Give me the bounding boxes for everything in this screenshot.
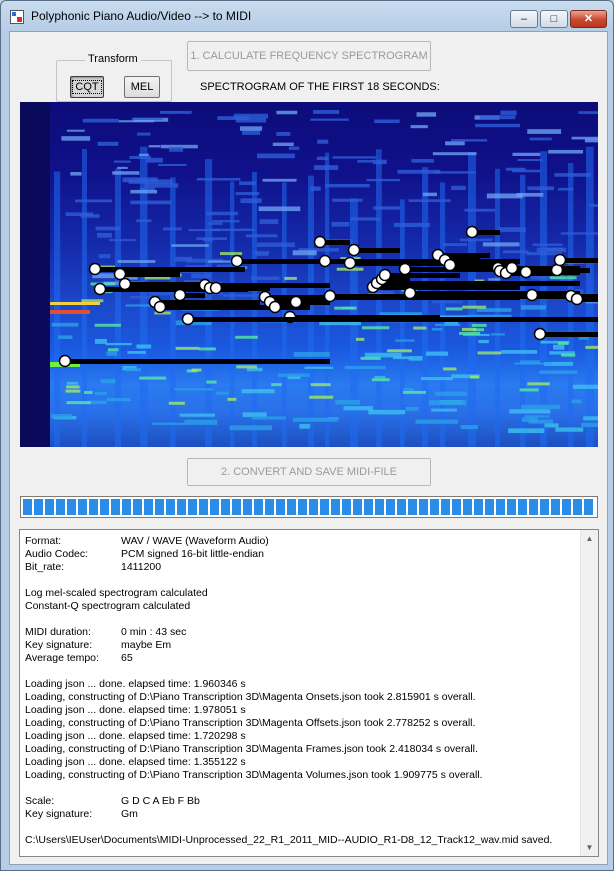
window-title: Polyphonic Piano Audio/Video --> to MIDI [31, 9, 252, 23]
log-key-signature: Key signature: Gm [25, 808, 138, 820]
convert-save-midi-button[interactable]: 2. CONVERT AND SAVE MIDI-FILE [187, 458, 431, 486]
log-line: Loading json ... done. elapsed time: 1.9… [25, 704, 246, 716]
log-line: Loading, constructing of D:\Piano Transc… [25, 769, 483, 781]
app-icon [10, 10, 24, 24]
app-window: Polyphonic Piano Audio/Video --> to MIDI… [0, 0, 614, 871]
spectrogram-overlay [20, 102, 598, 447]
minimize-button[interactable]: – [510, 10, 538, 28]
log-saved: C:\Users\IEUser\Documents\MIDI-Unprocess… [25, 834, 553, 846]
log-line: Loading, constructing of D:\Piano Transc… [25, 743, 478, 755]
transform-label: Transform [85, 53, 141, 65]
progress-bar [20, 496, 598, 518]
close-button[interactable]: ✕ [570, 10, 607, 28]
client-area: Transform CQT MEL 1. CALCULATE FREQUENCY… [9, 31, 608, 865]
log-line: Loading json ... done. elapsed time: 1.3… [25, 756, 246, 768]
log-codec: Audio Codec: PCM signed 16-bit little-end… [25, 548, 264, 560]
scroll-down-arrow-icon[interactable]: ▼ [581, 839, 598, 856]
log-line: Loading, constructing of D:\Piano Transc… [25, 717, 476, 729]
spectrogram-image [20, 102, 598, 447]
log-content: Format: WAV / WAVE (Waveform Audio) Audio… [25, 535, 575, 847]
spectrogram-label: SPECTROGRAM OF THE FIRST 18 SECONDS: [200, 81, 440, 93]
title-bar[interactable]: Polyphonic Piano Audio/Video --> to MIDI… [1, 1, 613, 31]
progress-fill [23, 499, 595, 515]
log-textbox[interactable]: Format: WAV / WAVE (Waveform Audio) Audio… [19, 529, 599, 857]
log-line: Log mel-scaled spectrogram calculated [25, 587, 208, 599]
mel-button[interactable]: MEL [124, 76, 160, 98]
log-line: Loading, constructing of D:\Piano Transc… [25, 691, 476, 703]
log-line: Constant-Q spectrogram calculated [25, 600, 191, 612]
log-scale: Scale: G D C A Eb F Bb [25, 795, 200, 807]
log-duration: MIDI duration: 0 min : 43 sec [25, 626, 187, 638]
log-bitrate: Bit_rate: 1411200 [25, 561, 162, 573]
log-key: Key signature: maybe Em [25, 639, 172, 651]
scroll-up-arrow-icon[interactable]: ▲ [581, 530, 598, 547]
log-line: Loading json ... done. elapsed time: 1.7… [25, 730, 246, 742]
calculate-spectrogram-button[interactable]: 1. CALCULATE FREQUENCY SPECTROGRAM [187, 41, 431, 71]
cqt-button[interactable]: CQT [70, 76, 104, 98]
log-line: Loading json ... done. elapsed time: 1.9… [25, 678, 246, 690]
cqt-button-label: CQT [72, 80, 102, 94]
transform-groupbox: Transform CQT MEL [56, 53, 172, 102]
maximize-button[interactable]: □ [540, 10, 568, 28]
log-tempo: Average tempo: 65 [25, 652, 133, 664]
log-format: Format: WAV / WAVE (Waveform Audio) [25, 535, 269, 547]
log-scrollbar[interactable]: ▲ ▼ [580, 530, 598, 856]
